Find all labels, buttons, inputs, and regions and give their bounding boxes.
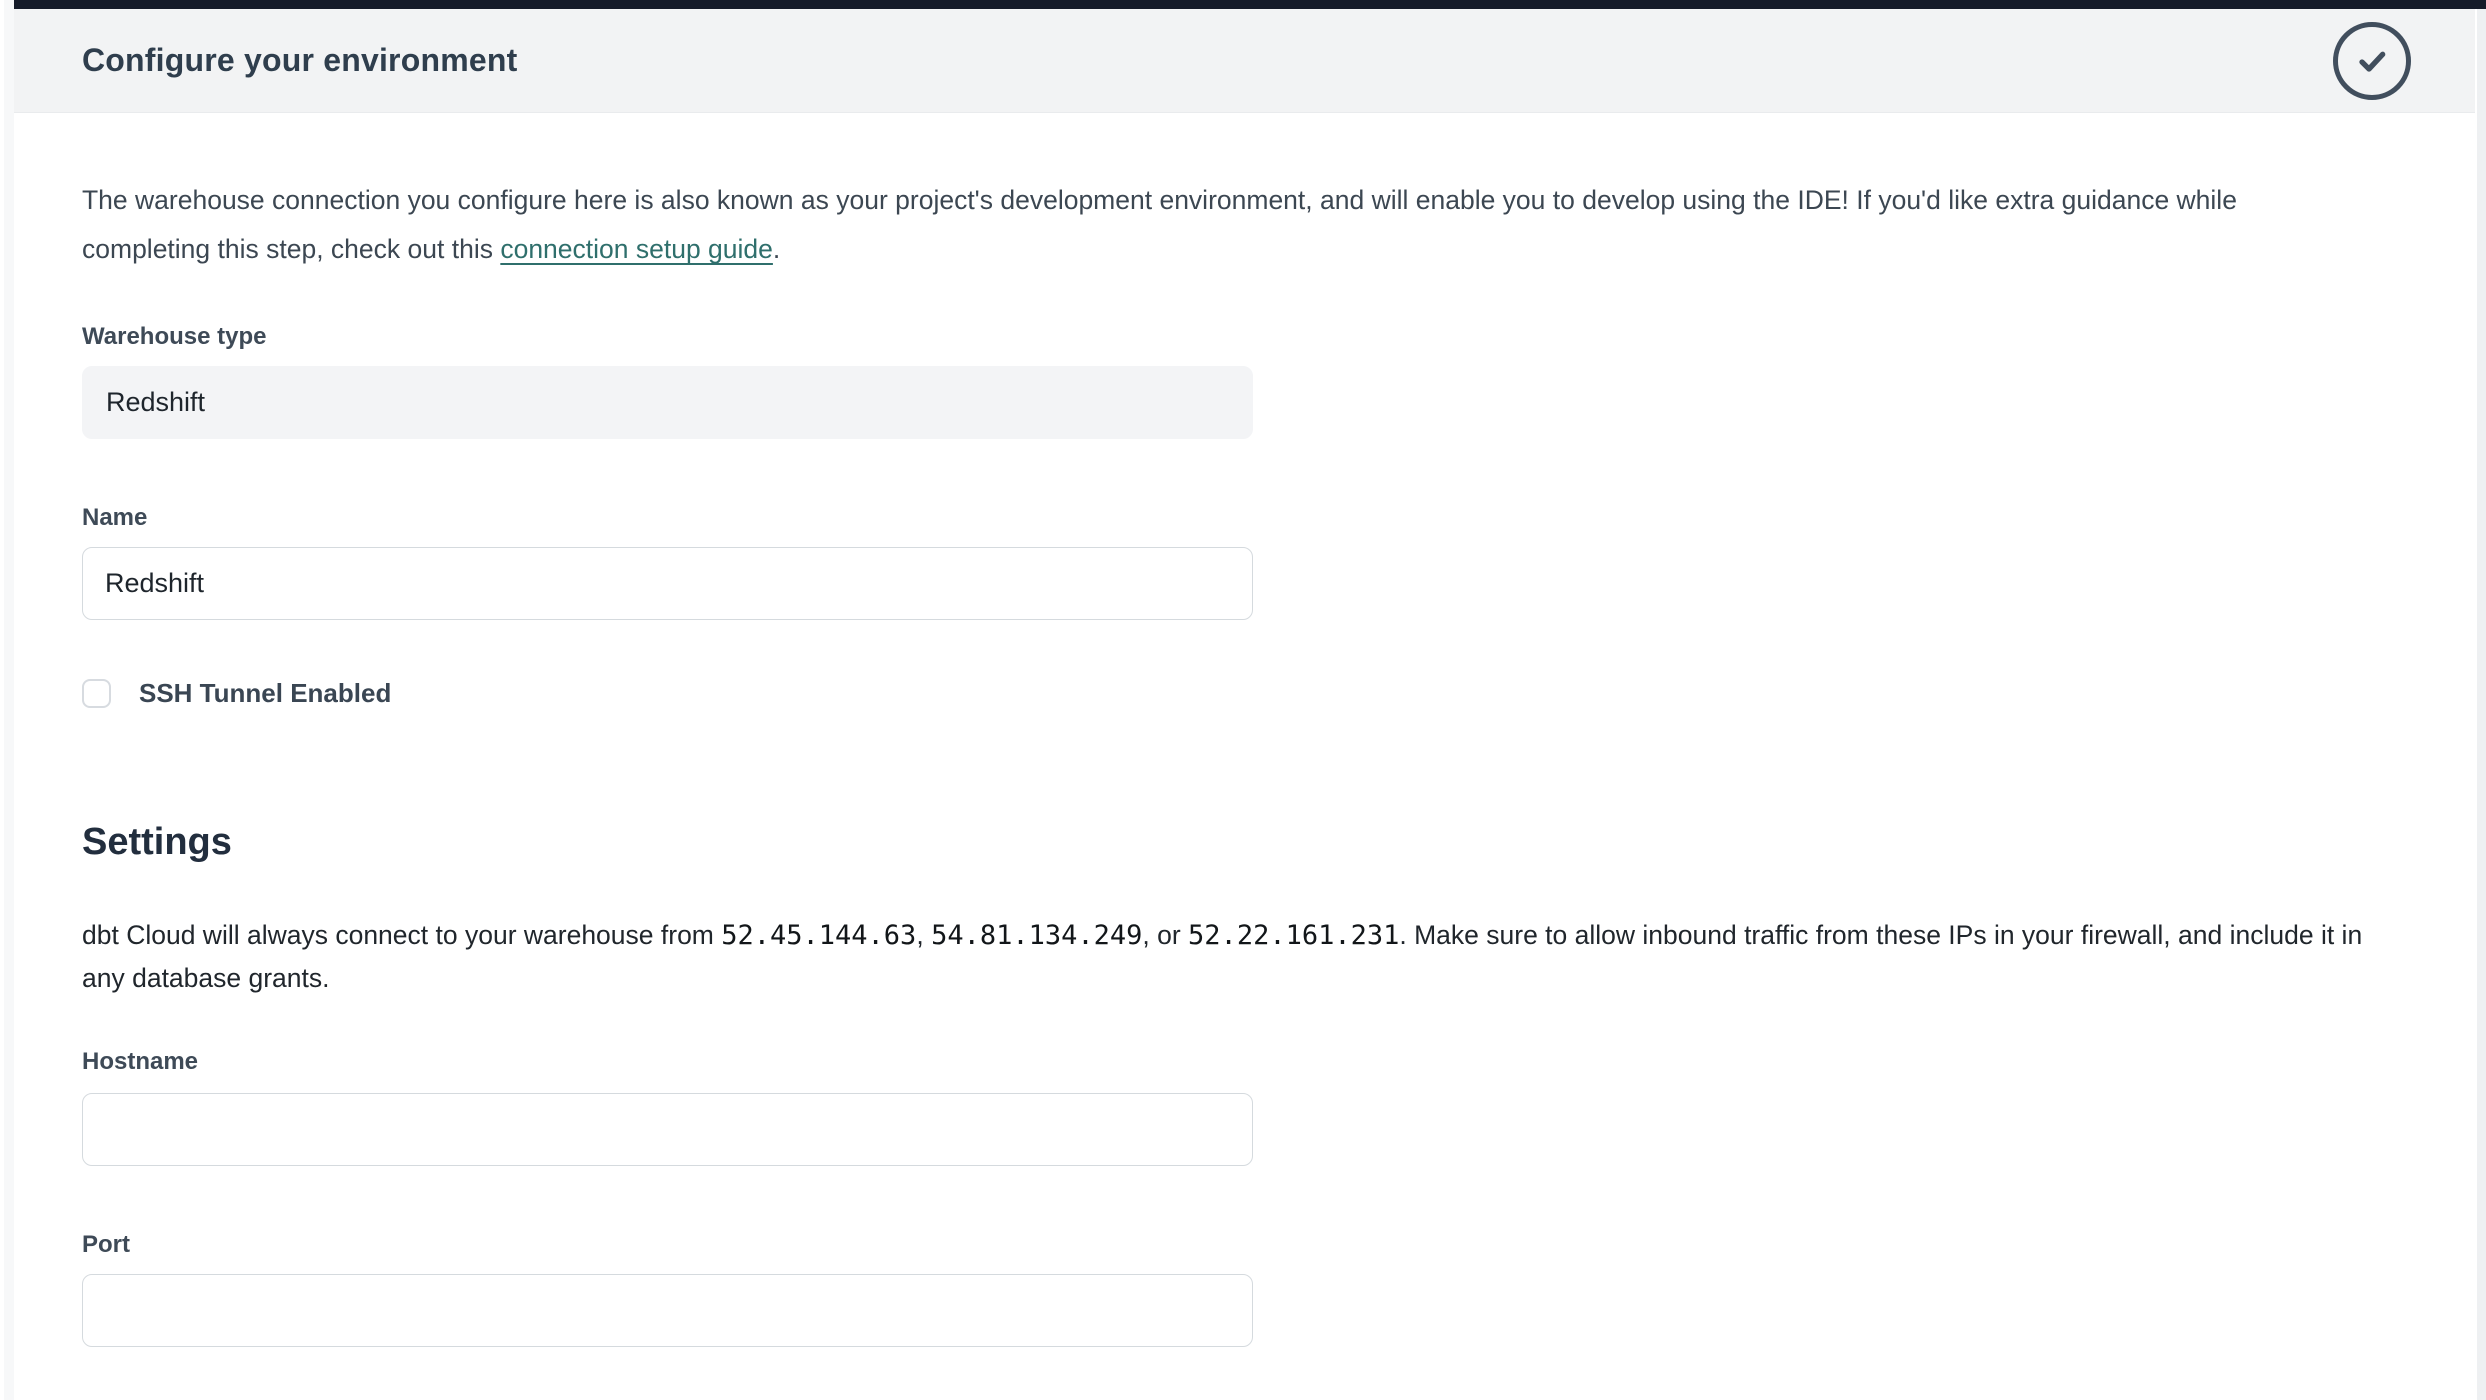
window-left-edge (4, 0, 14, 1400)
warehouse-type-select[interactable]: Redshift (82, 366, 1253, 439)
page-title: Configure your environment (82, 42, 517, 79)
intro-text-after-link: . (773, 234, 780, 264)
settings-heading: Settings (82, 821, 2382, 864)
intro-text: The warehouse connection you configure h… (82, 176, 2334, 274)
name-label: Name (82, 503, 2382, 533)
note-sep-2: , or (1142, 920, 1188, 950)
intro-text-before-link: The warehouse connection you configure h… (82, 185, 2237, 264)
ssh-tunnel-label: SSH Tunnel Enabled (139, 678, 391, 709)
ip-address-3: 52.22.161.231 (1188, 920, 1399, 951)
environment-form: The warehouse connection you configure h… (82, 113, 2382, 1347)
check-circle-icon (2333, 22, 2411, 100)
warehouse-type-value: Redshift (106, 387, 205, 418)
ssh-tunnel-row: SSH Tunnel Enabled (82, 678, 2382, 709)
port-label: Port (82, 1230, 2382, 1260)
name-input[interactable] (82, 547, 1253, 620)
warehouse-type-label: Warehouse type (82, 322, 2382, 352)
note-sep-1: , (916, 920, 931, 950)
ssh-tunnel-checkbox[interactable] (82, 679, 111, 708)
scrollbar-track[interactable] (2477, 9, 2486, 1400)
ip-address-1: 52.45.144.63 (721, 920, 916, 951)
wizard-header: Configure your environment (14, 9, 2475, 113)
connection-setup-guide-link[interactable]: connection setup guide (500, 234, 773, 264)
ip-address-2: 54.81.134.249 (931, 920, 1142, 951)
hostname-input[interactable] (82, 1093, 1253, 1166)
port-input[interactable] (82, 1274, 1253, 1347)
hostname-label: Hostname (82, 1047, 2382, 1077)
ip-allowlist-note: dbt Cloud will always connect to your wa… (82, 914, 2378, 999)
top-accent-bar (14, 0, 2486, 9)
note-text-1: dbt Cloud will always connect to your wa… (82, 920, 721, 950)
